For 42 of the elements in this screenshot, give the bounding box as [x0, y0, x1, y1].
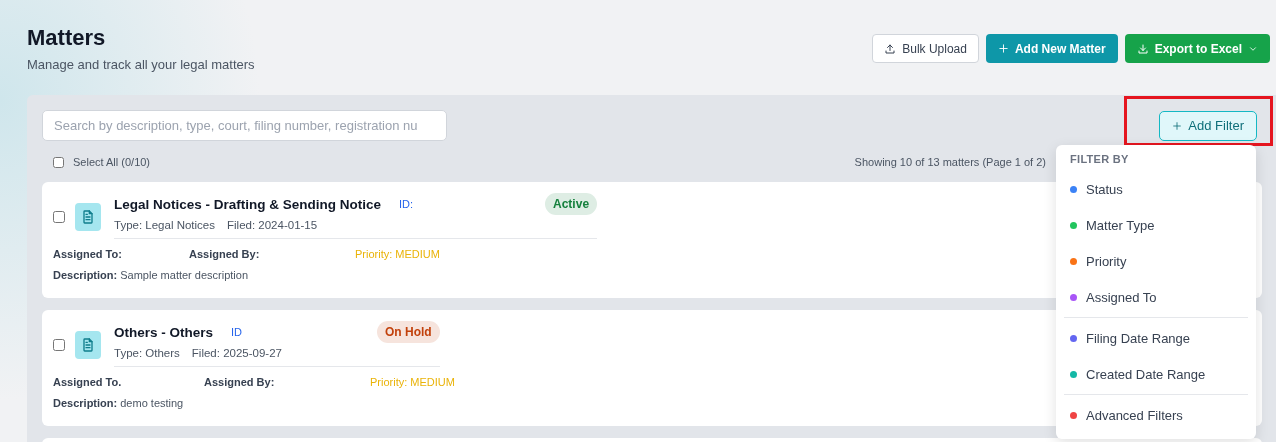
- select-all-checkbox[interactable]: [53, 156, 64, 168]
- filed-date: Filed: 2024-01-15: [227, 219, 318, 231]
- matter-description: Description: Sample matter description: [53, 269, 250, 281]
- menu-heading: FILTER BY: [1069, 153, 1130, 167]
- filter-option[interactable]: Status: [1064, 171, 1248, 207]
- assigned-by-label: Assigned By:: [204, 376, 276, 390]
- page-title: Matters: [27, 25, 107, 51]
- filter-option[interactable]: Advanced Filters: [1064, 397, 1248, 433]
- plus-icon: [997, 43, 1009, 54]
- download-icon: [1136, 42, 1149, 55]
- matter-type: Type: Others: [114, 347, 180, 359]
- document-icon: [75, 330, 101, 359]
- row-checkbox[interactable]: [53, 210, 65, 223]
- status-badge: Active: [545, 193, 598, 215]
- assigned-by-label: Assigned By:: [189, 248, 261, 262]
- status-badge: On Hold: [377, 321, 440, 343]
- plus-icon: [1172, 120, 1183, 131]
- matter-type: Type: Legal Notices: [114, 219, 215, 231]
- filter-option[interactable]: Created Date Range: [1064, 356, 1248, 392]
- bulk-upload-button[interactable]: Bulk Upload: [872, 34, 979, 63]
- add-filter-button[interactable]: Add Filter: [1159, 110, 1257, 141]
- filter-option[interactable]: Assigned To: [1064, 279, 1248, 315]
- filter-option[interactable]: Matter Type: [1064, 207, 1248, 243]
- matter-title[interactable]: Others - Others: [114, 324, 214, 340]
- page-subtitle: Manage and track all your legal matters: [27, 57, 255, 72]
- filed-date: Filed: 2025-09-27: [191, 347, 282, 359]
- filter-option[interactable]: Filing Date Range: [1064, 320, 1248, 356]
- search-field[interactable]: Search by description, type, court, filing number, registration nu: [42, 110, 447, 141]
- select-all-label: Select All (0/10): [73, 156, 151, 168]
- filter-option[interactable]: Priority: [1064, 243, 1248, 279]
- matter-id: ID: [231, 326, 244, 338]
- document-icon: [75, 202, 101, 231]
- assigned-to-label: Assigned To.: [53, 376, 123, 390]
- matter-title[interactable]: Legal Notices - Drafting & Sending Notice: [114, 196, 382, 212]
- assigned-to-label: Assigned To:: [53, 248, 123, 262]
- matter-id: ID:: [399, 198, 415, 210]
- upload-icon: [884, 42, 897, 55]
- results-summary: Showing 10 of 13 matters (Page 1 of 2): [854, 156, 1046, 168]
- row-checkbox[interactable]: [53, 338, 65, 351]
- priority-label: Priority: MEDIUM: [355, 248, 440, 262]
- priority-label: Priority: MEDIUM: [370, 376, 455, 390]
- matter-description: Description: demo testing: [53, 397, 185, 409]
